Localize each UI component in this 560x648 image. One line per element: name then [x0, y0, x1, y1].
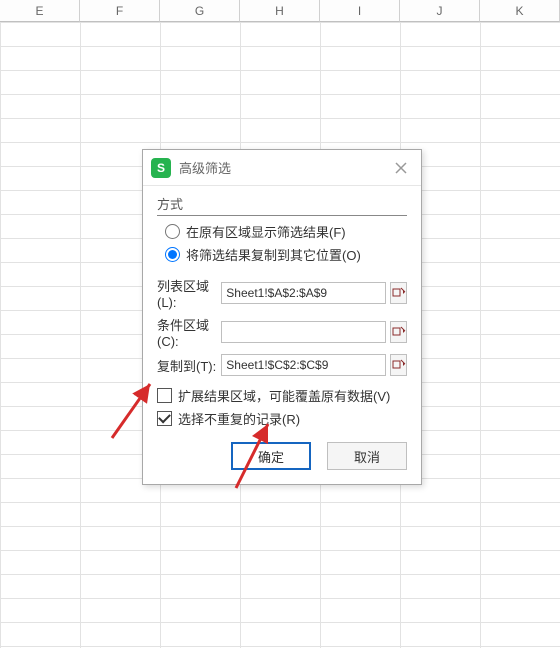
- fields-group: 列表区域(L): 条件区域(C): 复制到(T):: [157, 276, 407, 376]
- col-header[interactable]: E: [0, 0, 80, 22]
- col-header[interactable]: H: [240, 0, 320, 22]
- column-headers: E F G H I J K: [0, 0, 560, 22]
- dialog-body: 方式 在原有区域显示筛选结果(F) 将筛选结果复制到其它位置(O) 列表区域(L…: [143, 186, 421, 484]
- range-picker-icon[interactable]: [390, 282, 407, 304]
- button-row: 确定 取消: [157, 442, 407, 470]
- col-header[interactable]: G: [160, 0, 240, 22]
- radio-label: 将筛选结果复制到其它位置(O): [186, 245, 361, 264]
- checkbox-icon[interactable]: [157, 388, 172, 403]
- checkbox-label: 扩展结果区域，可能覆盖原有数据(V): [178, 386, 390, 405]
- divider: [157, 215, 407, 216]
- dialog-titlebar: S 高级筛选: [143, 150, 421, 186]
- dialog-title: 高级筛选: [179, 158, 231, 177]
- radio-label: 在原有区域显示筛选结果(F): [186, 222, 346, 241]
- col-header[interactable]: K: [480, 0, 560, 22]
- range-picker-icon[interactable]: [390, 321, 407, 343]
- app-icon: S: [151, 158, 171, 178]
- list-range-row: 列表区域(L):: [157, 276, 407, 310]
- extend-results-checkbox[interactable]: 扩展结果区域，可能覆盖原有数据(V): [157, 386, 407, 405]
- section-label: 方式: [157, 194, 407, 213]
- checkbox-icon[interactable]: [157, 411, 172, 426]
- range-picker-icon[interactable]: [390, 354, 407, 376]
- copy-to-input[interactable]: [221, 354, 386, 376]
- col-header[interactable]: J: [400, 0, 480, 22]
- close-icon[interactable]: [389, 156, 413, 180]
- list-range-label: 列表区域(L):: [157, 276, 217, 310]
- copy-to-label: 复制到(T):: [157, 356, 217, 375]
- unique-records-checkbox[interactable]: 选择不重复的记录(R): [157, 409, 407, 428]
- criteria-range-input[interactable]: [221, 321, 386, 343]
- radio-copy-to[interactable]: 将筛选结果复制到其它位置(O): [165, 245, 407, 264]
- criteria-range-label: 条件区域(C):: [157, 315, 217, 349]
- criteria-range-row: 条件区域(C):: [157, 315, 407, 349]
- radio-filter-in-place[interactable]: 在原有区域显示筛选结果(F): [165, 222, 407, 241]
- cancel-button[interactable]: 取消: [327, 442, 407, 470]
- checkbox-group: 扩展结果区域，可能覆盖原有数据(V) 选择不重复的记录(R): [157, 386, 407, 428]
- radio-input[interactable]: [165, 247, 180, 262]
- col-header[interactable]: F: [80, 0, 160, 22]
- col-header[interactable]: I: [320, 0, 400, 22]
- advanced-filter-dialog: S 高级筛选 方式 在原有区域显示筛选结果(F) 将筛选结果复制到其它位置(O)…: [142, 149, 422, 485]
- copy-to-row: 复制到(T):: [157, 354, 407, 376]
- checkbox-label: 选择不重复的记录(R): [178, 409, 300, 428]
- list-range-input[interactable]: [221, 282, 386, 304]
- ok-button[interactable]: 确定: [231, 442, 311, 470]
- radio-input[interactable]: [165, 224, 180, 239]
